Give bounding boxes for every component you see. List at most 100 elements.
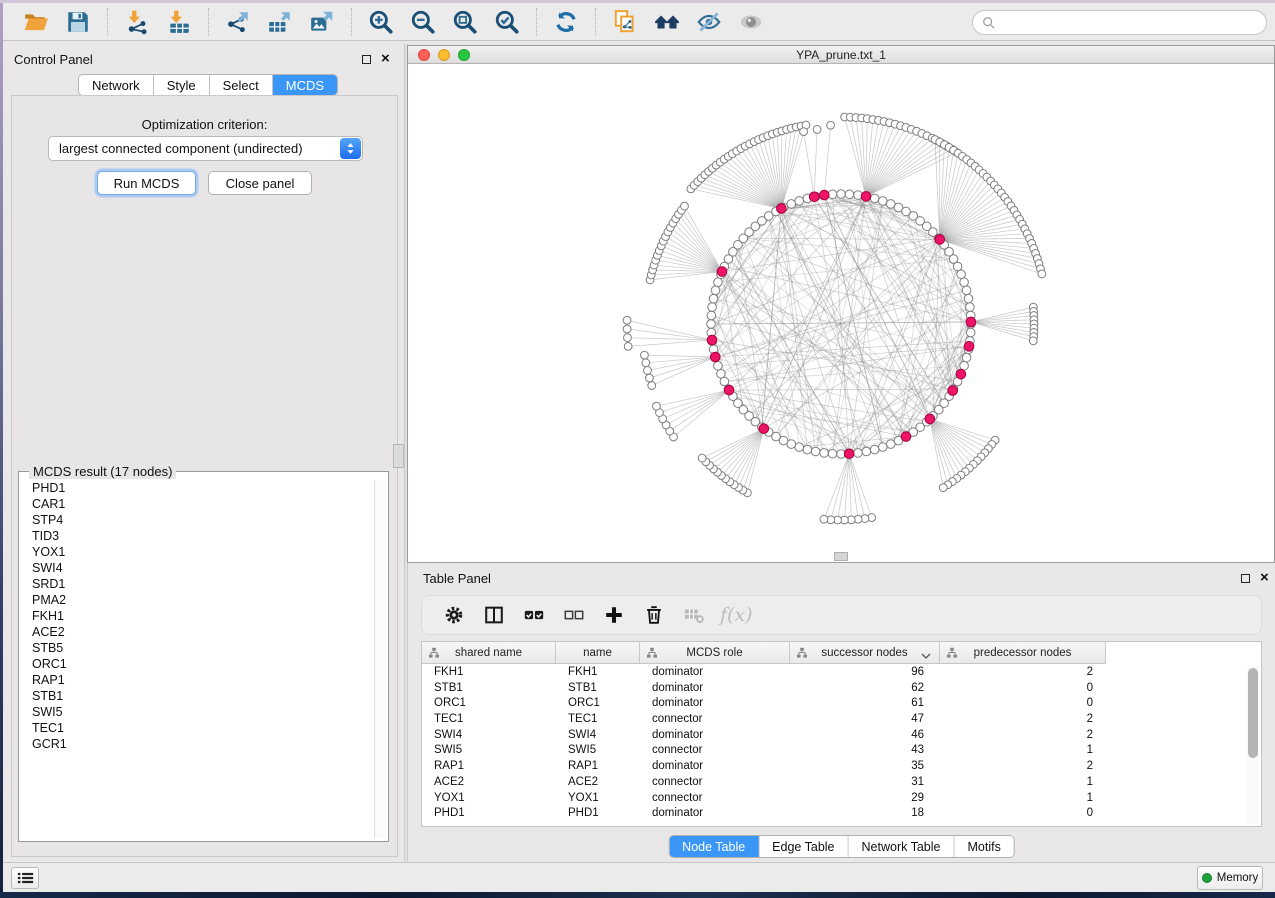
result-list-item[interactable]: TEC1 bbox=[20, 720, 375, 736]
table-cell[interactable]: 2 bbox=[940, 728, 1106, 744]
show-columns-icon[interactable] bbox=[478, 600, 510, 630]
tab-network[interactable]: Network bbox=[79, 75, 154, 95]
mcds-result-scrollbar[interactable] bbox=[374, 480, 387, 838]
result-list-item[interactable]: SRD1 bbox=[20, 576, 375, 592]
network-view-titlebar[interactable]: YPA_prune.txt_1 bbox=[408, 46, 1274, 64]
graph-node[interactable] bbox=[811, 447, 820, 456]
result-list-item[interactable]: STP4 bbox=[20, 512, 375, 528]
add-column-icon[interactable] bbox=[598, 600, 630, 630]
table-cell[interactable]: 1 bbox=[940, 743, 1106, 759]
leaf-node[interactable] bbox=[1029, 337, 1037, 345]
table-cell[interactable]: STB1 bbox=[422, 681, 556, 697]
table-cell[interactable]: ACE2 bbox=[556, 775, 640, 791]
table-cell[interactable]: PHD1 bbox=[422, 806, 556, 822]
task-history-button[interactable] bbox=[11, 867, 39, 889]
close-panel-icon[interactable]: × bbox=[381, 50, 390, 68]
result-list-item[interactable]: YOX1 bbox=[20, 544, 375, 560]
graph-node[interactable] bbox=[964, 294, 973, 303]
search-box[interactable] bbox=[972, 10, 1267, 35]
table-cell[interactable]: 1 bbox=[940, 775, 1106, 791]
graph-node[interactable] bbox=[707, 320, 716, 329]
mcds-node[interactable] bbox=[809, 192, 819, 202]
table-cell[interactable]: 2 bbox=[940, 759, 1106, 775]
graph-node[interactable] bbox=[886, 440, 895, 449]
table-cell[interactable]: YOX1 bbox=[422, 791, 556, 807]
memory-button[interactable]: Memory bbox=[1197, 866, 1263, 890]
mcds-node[interactable] bbox=[901, 432, 911, 442]
zoom-out-icon[interactable] bbox=[408, 7, 438, 37]
graph-node[interactable] bbox=[820, 449, 829, 458]
close-window-button[interactable] bbox=[418, 49, 430, 61]
graph-node[interactable] bbox=[709, 294, 718, 303]
table-row[interactable]: TEC1TEC1connector472 bbox=[422, 712, 1106, 728]
graph-node[interactable] bbox=[837, 190, 846, 199]
table-cell[interactable]: RAP1 bbox=[556, 759, 640, 775]
column-header-MCDS-role[interactable]: MCDS role bbox=[640, 642, 790, 664]
result-list-item[interactable]: TID3 bbox=[20, 528, 375, 544]
result-list-item[interactable]: RAP1 bbox=[20, 672, 375, 688]
table-cell[interactable]: connector bbox=[640, 743, 790, 759]
table-cell[interactable]: 2 bbox=[940, 712, 1106, 728]
mcds-node[interactable] bbox=[935, 235, 945, 245]
tab-mcds[interactable]: MCDS bbox=[273, 75, 337, 95]
table-row[interactable]: YOX1YOX1connector291 bbox=[422, 791, 1106, 807]
mcds-node[interactable] bbox=[724, 385, 734, 395]
mcds-node[interactable] bbox=[861, 192, 871, 202]
graph-node[interactable] bbox=[966, 303, 975, 312]
column-header-name[interactable]: name bbox=[556, 642, 640, 664]
table-cell[interactable]: TEC1 bbox=[556, 712, 640, 728]
table-cell[interactable]: RAP1 bbox=[422, 759, 556, 775]
export-image-icon[interactable] bbox=[307, 7, 337, 37]
table-cell[interactable]: SWI4 bbox=[422, 728, 556, 744]
graph-node[interactable] bbox=[795, 197, 804, 206]
criterion-dropdown[interactable]: largest connected component (undirected) bbox=[48, 136, 363, 161]
new-network-from-selection-icon[interactable] bbox=[610, 7, 640, 37]
result-list-item[interactable]: ACE2 bbox=[20, 624, 375, 640]
leaf-node[interactable] bbox=[800, 128, 808, 136]
table-cell[interactable]: connector bbox=[640, 712, 790, 728]
table-cell[interactable]: 1 bbox=[940, 791, 1106, 807]
table-cell[interactable]: 43 bbox=[790, 743, 940, 759]
leaf-node[interactable] bbox=[939, 484, 947, 492]
leaf-node[interactable] bbox=[641, 351, 649, 359]
table-cell[interactable]: PHD1 bbox=[556, 806, 640, 822]
graph-node[interactable] bbox=[878, 443, 887, 452]
graph-node[interactable] bbox=[962, 353, 971, 362]
mcds-node[interactable] bbox=[819, 190, 829, 200]
export-network-icon[interactable] bbox=[223, 7, 253, 37]
graph-node[interactable] bbox=[870, 445, 879, 454]
first-neighbors-icon[interactable] bbox=[652, 7, 682, 37]
leaf-node[interactable] bbox=[624, 342, 632, 350]
table-cell[interactable]: ORC1 bbox=[556, 696, 640, 712]
column-header-successor-nodes[interactable]: successor nodes bbox=[790, 642, 940, 664]
table-row[interactable]: RAP1RAP1dominator352 bbox=[422, 759, 1106, 775]
graph-node[interactable] bbox=[878, 197, 887, 206]
graph-node[interactable] bbox=[960, 278, 969, 287]
run-mcds-button[interactable]: Run MCDS bbox=[97, 171, 196, 195]
table-cell[interactable]: dominator bbox=[640, 728, 790, 744]
table-row[interactable]: SWI4SWI4dominator462 bbox=[422, 728, 1106, 744]
table-cell[interactable]: SWI4 bbox=[556, 728, 640, 744]
graph-node[interactable] bbox=[803, 445, 812, 454]
function-builder-button[interactable]: f(x) bbox=[720, 604, 753, 626]
leaf-node[interactable] bbox=[623, 325, 631, 333]
result-list-item[interactable]: STB1 bbox=[20, 688, 375, 704]
column-header-shared-name[interactable]: shared name bbox=[422, 642, 556, 664]
table-settings-icon[interactable] bbox=[438, 600, 470, 630]
result-list-item[interactable]: SWI5 bbox=[20, 704, 375, 720]
result-list-item[interactable]: PMA2 bbox=[20, 592, 375, 608]
graph-node[interactable] bbox=[711, 286, 720, 295]
table-row[interactable]: ACE2ACE2connector311 bbox=[422, 775, 1106, 791]
graph-node[interactable] bbox=[708, 303, 717, 312]
table-cell[interactable]: dominator bbox=[640, 665, 790, 681]
mcds-node[interactable] bbox=[707, 335, 717, 345]
import-network-icon[interactable] bbox=[122, 7, 152, 37]
table-cell[interactable]: STB1 bbox=[556, 681, 640, 697]
table-cell[interactable]: 0 bbox=[940, 681, 1106, 697]
save-icon[interactable] bbox=[63, 7, 93, 37]
table-row[interactable]: STB1STB1dominator620 bbox=[422, 681, 1106, 697]
minimize-window-button[interactable] bbox=[438, 49, 450, 61]
graph-node[interactable] bbox=[862, 447, 871, 456]
import-table-icon[interactable] bbox=[164, 7, 194, 37]
graph-node[interactable] bbox=[795, 443, 804, 452]
